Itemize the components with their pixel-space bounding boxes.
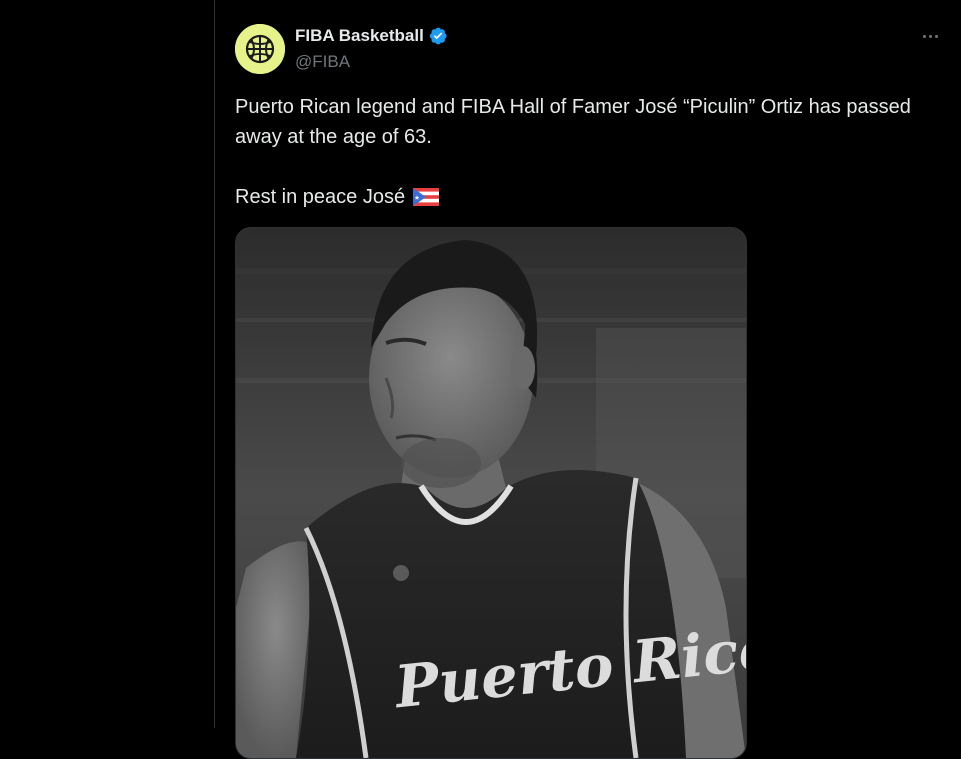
handle[interactable]: @FIBA	[295, 52, 350, 72]
more-options-icon[interactable]	[915, 26, 945, 46]
tweet-text-line1: Puerto Rican legend and FIBA Hall of Fam…	[235, 96, 911, 148]
display-name[interactable]: FIBA Basketball	[295, 26, 424, 46]
basketball-logo-icon	[235, 24, 285, 74]
avatar[interactable]	[235, 24, 285, 74]
player-photo: Puerto Rico	[236, 228, 746, 758]
tweet-media-image[interactable]: Puerto Rico	[235, 227, 747, 759]
left-sidebar	[0, 0, 214, 728]
tweet-text-line2-text: Rest in peace José	[235, 186, 406, 208]
author-name-row: FIBA Basketball	[295, 26, 448, 46]
puerto-rico-flag-icon	[412, 188, 439, 206]
tweet-text-line2: Rest in peace José	[235, 182, 915, 212]
tweet[interactable]: FIBA Basketball @FIBA Puerto Rican legen…	[215, 0, 961, 759]
verified-badge-icon[interactable]	[428, 26, 448, 46]
tweet-text: Puerto Rican legend and FIBA Hall of Fam…	[235, 92, 915, 212]
